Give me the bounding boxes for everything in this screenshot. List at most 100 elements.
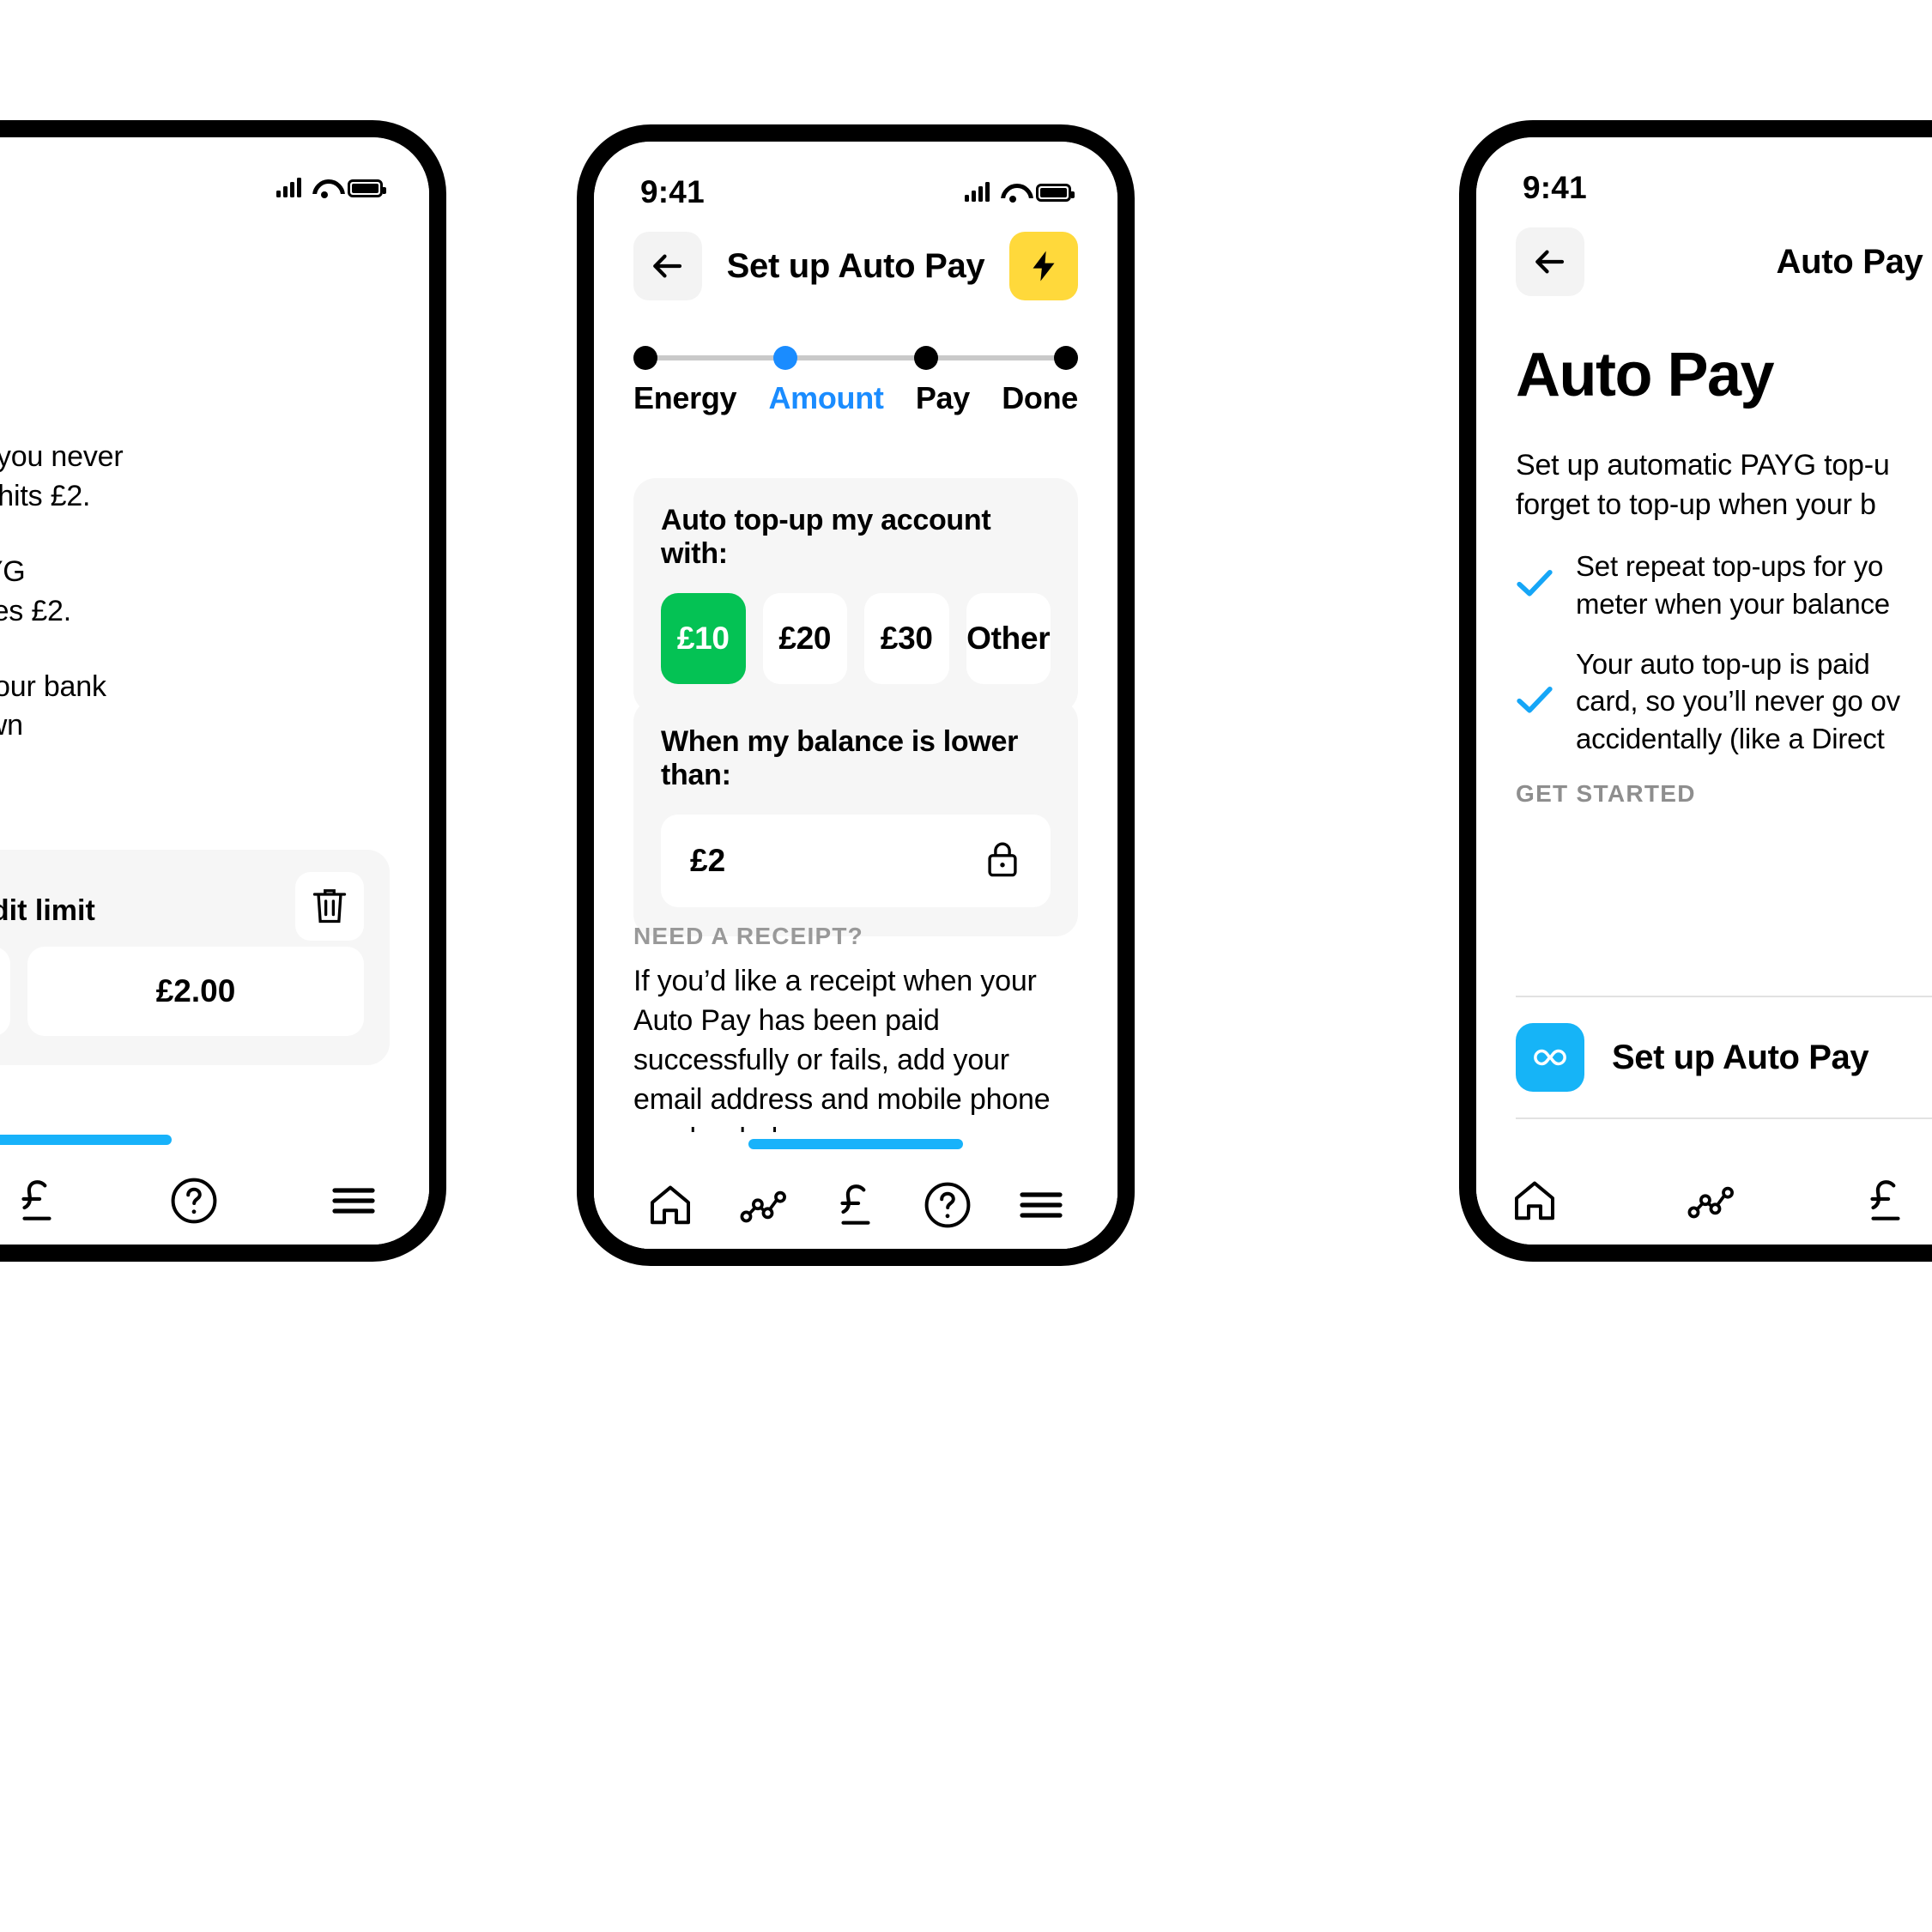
check-icon-wrap — [1516, 568, 1553, 602]
stepper-dots — [633, 346, 1078, 370]
threshold-card-title: When my balance is lower than: — [661, 725, 1019, 791]
tab-menu[interactable] — [330, 1177, 378, 1225]
trash-icon — [312, 889, 347, 924]
headline: Auto Pay — [1516, 341, 1775, 409]
threshold-value: £2 — [690, 843, 726, 878]
wifi-icon — [1001, 184, 1025, 203]
stepper-dot-amount[interactable] — [773, 346, 798, 370]
phone-middle: 9:41 Set up Auto Pay Energy Amount Pay D… — [577, 124, 1135, 1266]
benefit-list: Set repeat top-ups for yo meter when you… — [1516, 548, 1932, 758]
tab-payments[interactable] — [834, 1180, 877, 1230]
right-home-bar — [1476, 1128, 1932, 1245]
list-item-label: Set up Auto Pay — [1612, 1038, 1869, 1076]
menu-icon — [332, 1188, 375, 1214]
phone-right-screen: 9:41 Auto Pay Auto Pay Set up automatic … — [1476, 137, 1932, 1245]
amount-option-other[interactable]: Other — [966, 593, 1051, 684]
stepper-label-energy: Energy — [633, 380, 737, 415]
benefit-item: Your auto top-up is paid card, so you’ll… — [1516, 645, 1932, 759]
status-icons — [965, 182, 1075, 203]
page-title: Auto Pay — [0, 243, 390, 282]
stepper-label-done: Done — [1002, 380, 1078, 415]
receipt-body: If you’d like a receipt when your Auto P… — [633, 965, 1051, 1155]
phone-left-screen: x Auto Pay c PAYG top-ups so you never w… — [0, 137, 429, 1245]
usage-graph-icon — [740, 1190, 787, 1223]
tab-menu[interactable] — [1017, 1181, 1065, 1229]
stepper-dot-done[interactable] — [1053, 346, 1078, 370]
amount-options: £10 £20 £30 Other — [661, 593, 1051, 684]
pound-coin-icon — [840, 1184, 870, 1225]
list-divider-bottom — [1516, 1117, 1932, 1119]
stepper-track — [633, 346, 1078, 370]
cellular-signal-icon — [965, 182, 990, 202]
page-title: Set up Auto Pay — [726, 246, 985, 285]
delete-button[interactable] — [295, 872, 364, 941]
list-item[interactable]: Set up Auto Pay — [1516, 997, 1932, 1117]
home-indicator — [0, 1135, 172, 1145]
tab-usage[interactable] — [740, 1181, 788, 1229]
page-title: Auto Pay — [1776, 242, 1923, 281]
left-tab-bar — [0, 1176, 429, 1226]
tab-help[interactable] — [170, 1177, 218, 1225]
topup-amount-card: Auto top-up my account with: £10 £20 £30… — [633, 478, 1078, 713]
amount-option-20[interactable]: £20 — [762, 593, 847, 684]
left-navbar: Auto Pay — [0, 220, 429, 304]
tab-home[interactable] — [1511, 1177, 1559, 1225]
arrow-left-icon — [653, 254, 682, 278]
credit-limit-card: Credit limit £2.00 — [0, 850, 390, 1065]
stepper-label-pay: Pay — [915, 380, 970, 415]
amount-option-30[interactable]: £30 — [864, 593, 949, 684]
benefit-text: Your auto top-up is paid card, so you’ll… — [1576, 647, 1900, 755]
boost-button[interactable] — [1009, 232, 1078, 300]
phone-middle-screen: 9:41 Set up Auto Pay Energy Amount Pay D… — [594, 142, 1117, 1249]
home-icon — [650, 1185, 690, 1225]
benefit-item: Set repeat top-ups for yo meter when you… — [1516, 548, 1932, 623]
tab-help[interactable] — [924, 1181, 972, 1229]
credit-limit-fields: £2.00 — [0, 947, 364, 1036]
left-body: c PAYG top-ups so you never when your ba… — [0, 438, 390, 785]
balance-threshold-card: When my balance is lower than: £2 — [633, 700, 1078, 936]
threshold-field[interactable]: £2 — [661, 815, 1051, 907]
credit-limit-field-1[interactable] — [0, 947, 10, 1036]
status-time: 9:41 — [640, 174, 705, 209]
battery-icon — [1036, 183, 1075, 202]
phone-right: 9:41 Auto Pay Auto Pay Set up automatic … — [1459, 120, 1932, 1262]
credit-limit-field-2[interactable]: £2.00 — [27, 947, 364, 1036]
screenshot-stage: x Auto Pay c PAYG top-ups so you never w… — [0, 0, 1932, 1932]
menu-icon — [1020, 1192, 1063, 1218]
check-icon-wrap — [1516, 685, 1553, 718]
pound-coin-icon — [21, 1180, 51, 1220]
help-circle-icon — [924, 1182, 970, 1228]
get-started-list: Set up Auto Pay — [1516, 996, 1932, 1119]
setup-stepper: Energy Amount Pay Done — [633, 346, 1078, 416]
phone-left: x Auto Pay c PAYG top-ups so you never w… — [0, 120, 446, 1262]
back-button[interactable] — [633, 232, 702, 300]
left-home-bar — [0, 1128, 429, 1245]
status-bar: 9:41 — [594, 142, 1117, 221]
back-button[interactable] — [1516, 227, 1584, 296]
stepper-dot-energy[interactable] — [633, 346, 657, 370]
tab-usage[interactable] — [1687, 1177, 1735, 1225]
right-navbar: Auto Pay — [1476, 220, 1932, 304]
check-icon — [1517, 686, 1553, 713]
infinity-icon — [1534, 1049, 1566, 1066]
pound-coin-icon — [1870, 1180, 1900, 1220]
arrow-left-icon — [1535, 250, 1565, 274]
wifi-icon — [312, 179, 336, 198]
receipt-kicker: NEED A RECEIPT? — [633, 923, 863, 949]
tab-payments[interactable] — [1864, 1176, 1907, 1226]
tab-payments[interactable] — [15, 1176, 58, 1226]
check-icon — [1517, 570, 1553, 597]
stepper-dot-pay[interactable] — [913, 346, 938, 370]
get-started-kicker: GET STARTED — [1516, 780, 1696, 808]
stepper-labels: Energy Amount Pay Done — [633, 380, 1078, 416]
left-paragraph-2: op-ups for your PAYG your balance reache… — [0, 554, 72, 627]
tab-home[interactable] — [646, 1181, 694, 1229]
status-bar: 9:41 — [1476, 137, 1932, 216]
left-paragraph-1: c PAYG top-ups so you never when your ba… — [0, 440, 124, 512]
help-circle-icon — [171, 1178, 217, 1224]
mid-navbar: Set up Auto Pay — [594, 224, 1117, 308]
topup-card-title: Auto top-up my account with: — [661, 504, 991, 570]
battery-icon — [348, 179, 386, 197]
amount-option-10[interactable]: £10 — [661, 593, 746, 684]
status-icons — [276, 178, 386, 198]
